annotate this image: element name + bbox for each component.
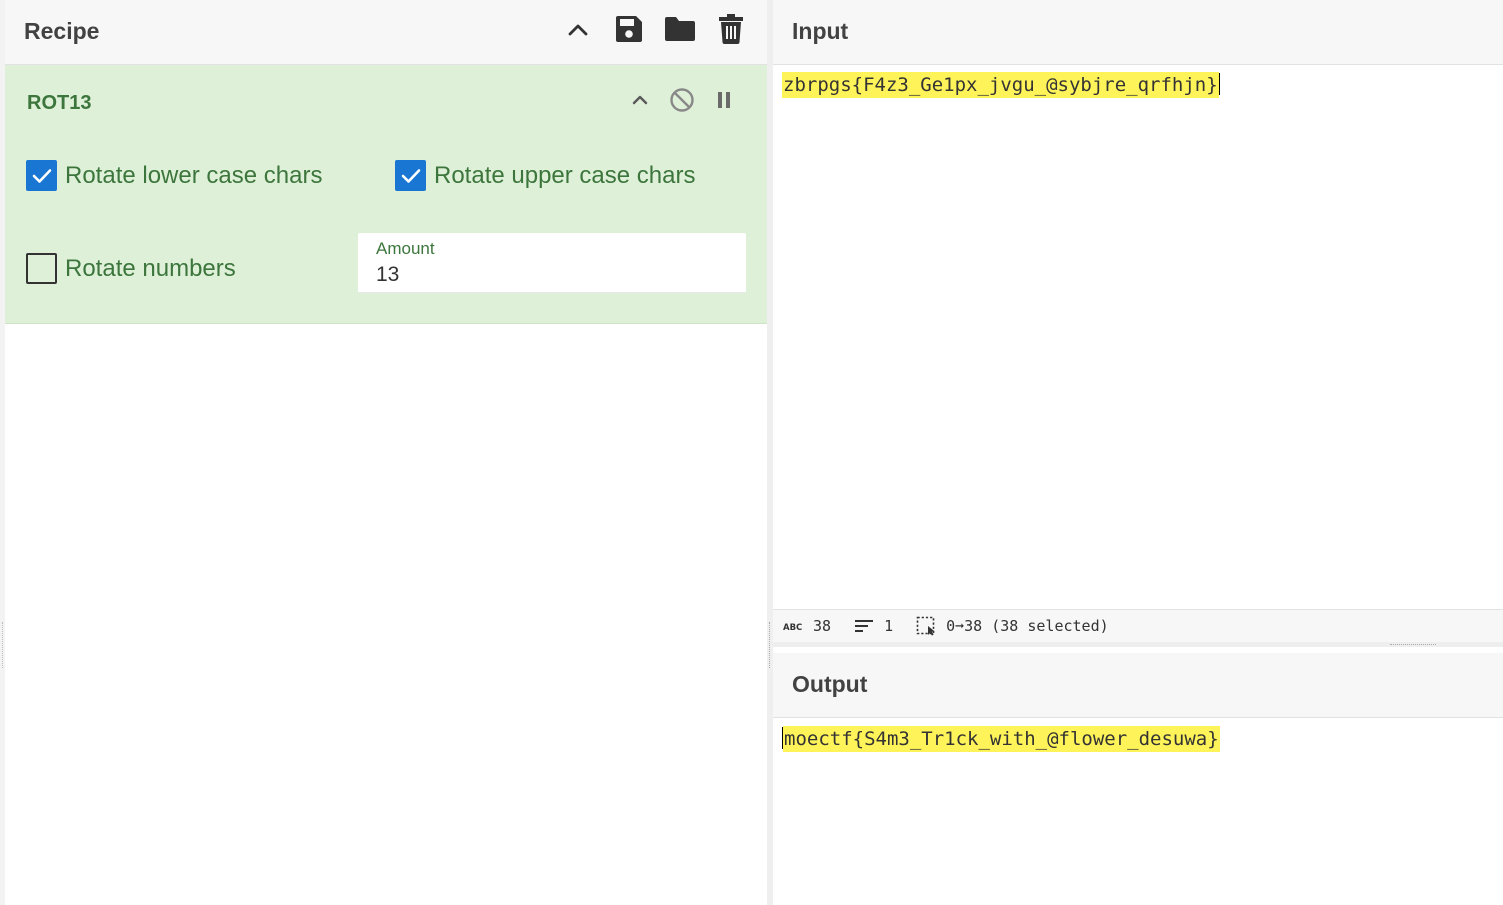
pause-icon: [718, 92, 730, 108]
rotate-numbers-option[interactable]: Rotate numbers: [26, 253, 236, 284]
rotate-upper-checkbox[interactable]: [395, 160, 426, 191]
length-value: 38: [813, 617, 832, 635]
save-icon: [616, 16, 642, 42]
output-highlight: moectf{S4m3_Tr1ck_with_@flower_desuwa}: [783, 726, 1220, 752]
amount-field[interactable]: Amount 13: [358, 233, 746, 293]
input-header: Input: [773, 0, 1503, 65]
input-textarea[interactable]: zbrpgs{F4z3_Ge1px_jvgu_@sybjre_qrfhjn}: [773, 65, 1503, 609]
amount-input[interactable]: 13: [376, 263, 399, 287]
operation-disable-button[interactable]: [667, 85, 697, 115]
selection-stat: 0➞38 (38 selected): [916, 616, 1109, 636]
rotate-upper-label: Rotate upper case chars: [434, 161, 696, 189]
output-textarea[interactable]: moectf{S4m3_Tr1ck_with_@flower_desuwa}: [773, 719, 1503, 905]
operation-rot13[interactable]: ROT13 Rotate lower case chars Rotate upp…: [5, 65, 767, 324]
checkmark-icon: [32, 168, 51, 183]
recipe-pane: Recipe ROT13 Rotate lower case chars Rot…: [0, 0, 768, 905]
folder-icon: [665, 17, 695, 41]
resize-grip[interactable]: [2, 622, 3, 668]
collapse-all-button[interactable]: [561, 12, 595, 46]
checkmark-icon: [401, 168, 420, 183]
svg-text:ABC: ABC: [783, 623, 802, 631]
trash-icon: [719, 14, 743, 44]
amount-label: Amount: [376, 239, 435, 258]
operation-collapse-button[interactable]: [625, 85, 655, 115]
lines-value: 1: [884, 617, 894, 635]
rotate-lower-option[interactable]: Rotate lower case chars: [26, 160, 322, 191]
load-recipe-button[interactable]: [663, 12, 697, 46]
rotate-lower-label: Rotate lower case chars: [65, 161, 323, 189]
rotate-lower-checkbox[interactable]: [26, 160, 57, 191]
save-recipe-button[interactable]: [612, 12, 646, 46]
input-text[interactable]: zbrpgs{F4z3_Ge1px_jvgu_@sybjre_qrfhjn}: [782, 72, 1220, 98]
chevron-up-icon: [568, 24, 588, 36]
operation-breakpoint-button[interactable]: [709, 85, 739, 115]
chevron-up-icon: [632, 95, 648, 105]
text-caret: [1218, 73, 1220, 95]
selection-value: 0➞38 (38 selected): [946, 617, 1109, 635]
io-pane: Input zbrpgs{F4z3_Ge1px_jvgu_@sybjre_qrf…: [773, 0, 1503, 905]
length-stat: ABC 38: [783, 617, 831, 635]
lines-stat: 1: [854, 617, 893, 635]
recipe-header: Recipe: [5, 0, 768, 65]
selection-icon: [916, 616, 935, 636]
output-header: Output: [773, 653, 1503, 718]
disable-icon: [670, 88, 694, 112]
output-text[interactable]: moectf{S4m3_Tr1ck_with_@flower_desuwa}: [782, 726, 1220, 752]
rotate-upper-option[interactable]: Rotate upper case chars: [395, 160, 695, 191]
input-title: Input: [792, 18, 849, 44]
lines-icon: [855, 620, 874, 632]
resize-grip[interactable]: [1390, 644, 1436, 645]
resize-grip[interactable]: [769, 622, 770, 668]
rotate-numbers-checkbox[interactable]: [26, 253, 57, 284]
operation-name: ROT13: [27, 92, 92, 114]
output-title: Output: [792, 671, 868, 697]
text-length-icon: ABC: [783, 623, 802, 631]
recipe-title: Recipe: [24, 18, 100, 44]
input-status-bar: ABC 38 1 0➞38 (38 selected): [773, 609, 1503, 642]
clear-recipe-button[interactable]: [714, 12, 748, 46]
input-selection: zbrpgs{F4z3_Ge1px_jvgu_@sybjre_qrfhjn}: [782, 72, 1219, 98]
io-splitter[interactable]: [773, 642, 1503, 647]
rotate-numbers-label: Rotate numbers: [65, 254, 236, 282]
